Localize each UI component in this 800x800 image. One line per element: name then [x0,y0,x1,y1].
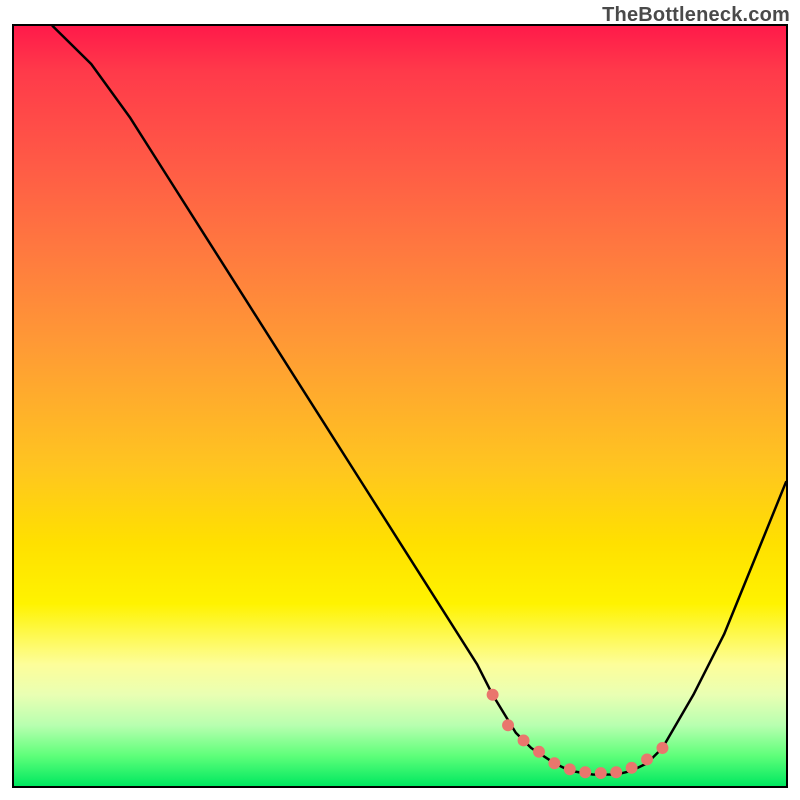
marker-dot [548,757,560,769]
marker-dot [564,763,576,775]
marker-dot [487,689,499,701]
chart-svg [14,26,786,786]
marker-dot [533,746,545,758]
watermark-label: TheBottleneck.com [602,4,790,27]
marker-dot [656,742,668,754]
marker-dot [502,719,514,731]
chart-container: TheBottleneck.com [0,0,800,800]
marker-dot [641,753,653,765]
marker-dot [626,762,638,774]
bottleneck-curve [53,26,786,775]
marker-dot [610,766,622,778]
marker-dot [595,767,607,779]
marker-dot [518,734,530,746]
plot-area [12,24,788,788]
marker-dot [579,766,591,778]
